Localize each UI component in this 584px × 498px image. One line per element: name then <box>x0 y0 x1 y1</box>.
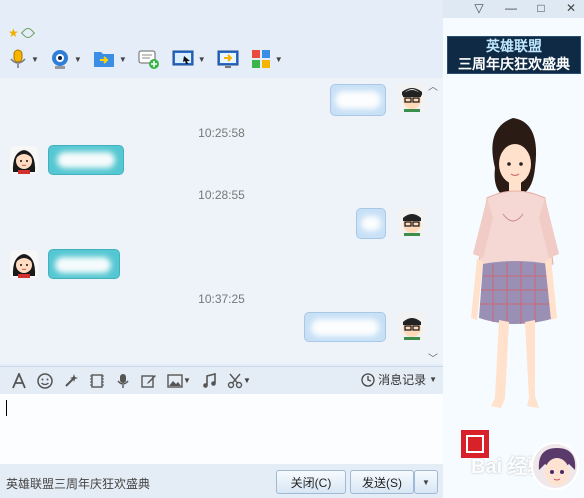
minimize-button[interactable]: — <box>500 0 522 16</box>
video-clip-icon[interactable] <box>88 372 106 390</box>
chevron-down-icon: ▼ <box>274 54 283 64</box>
ad-link[interactable]: 英雄联盟三周年庆狂欢盛典 <box>6 475 150 492</box>
music-icon[interactable] <box>200 372 218 390</box>
message-bubble-sent[interactable] <box>330 84 386 116</box>
font-icon[interactable] <box>10 372 28 390</box>
message-history-label: 消息记录 <box>378 373 427 387</box>
skin-button[interactable]: ▽ <box>468 0 490 16</box>
friend-avatar[interactable] <box>10 250 38 278</box>
screenshot-icon[interactable]: ▼ <box>226 372 252 390</box>
chevron-down-icon: ▼ <box>31 54 39 64</box>
avatar-show-figure <box>461 118 559 458</box>
folder-transfer-icon <box>93 52 114 67</box>
apps-button[interactable]: ▼ <box>248 45 285 73</box>
redacted-text <box>55 257 111 273</box>
image-icon[interactable]: ▼ <box>166 372 192 390</box>
input-toolbar: ▼ ▼ 消息记录 ▼ <box>0 366 443 394</box>
bottom-bar: 英雄联盟三周年庆狂欢盛典 关闭(C) 发送(S) ▼ <box>0 464 443 498</box>
text-cursor <box>6 400 7 416</box>
my-avatar[interactable] <box>398 208 426 236</box>
chat-pane: ★ ▼ ▼ ▼ ▼ ▼ ︿ 10:25:58 10:28:55 10:37:25… <box>0 0 443 498</box>
redacted-text <box>361 216 381 231</box>
webcam-icon <box>51 50 68 69</box>
microphone-icon <box>10 49 26 68</box>
leaf-icon <box>20 25 35 41</box>
send-options-button[interactable]: ▼ <box>414 470 438 494</box>
edit-icon[interactable] <box>140 372 158 390</box>
screen-share-button[interactable] <box>214 45 242 73</box>
chevron-down-icon: ▼ <box>429 375 437 384</box>
redacted-text <box>57 152 115 168</box>
remote-assist-button[interactable]: ▼ <box>169 45 208 73</box>
my-avatar[interactable] <box>398 312 426 340</box>
close-window-button[interactable]: ✕ <box>560 0 582 16</box>
timestamp: 10:28:55 <box>198 188 245 202</box>
emoji-icon[interactable] <box>36 372 54 390</box>
chevron-down-icon: ▼ <box>118 54 127 64</box>
create-discussion-button[interactable] <box>135 45 163 73</box>
message-history-button[interactable]: 消息记录 ▼ <box>361 371 437 388</box>
app-grid-icon <box>251 50 270 68</box>
maximize-button[interactable]: □ <box>530 0 552 16</box>
collapse-up-icon[interactable]: ︿ <box>426 78 440 93</box>
close-button[interactable]: 关闭(C) <box>276 470 346 494</box>
send-button[interactable]: 发送(S) <box>350 470 414 494</box>
message-list[interactable]: ︿ 10:25:58 10:28:55 10:37:25 ﹀ <box>0 78 443 364</box>
chevron-down-icon: ▼ <box>183 376 191 385</box>
message-bubble-received[interactable] <box>48 145 124 175</box>
main-toolbar: ▼ ▼ ▼ ▼ ▼ <box>6 44 285 74</box>
voice-message-icon[interactable] <box>114 372 132 390</box>
message-bubble-received[interactable] <box>48 249 120 279</box>
star-icon: ★ <box>8 26 19 40</box>
chevron-down-icon: ▼ <box>243 376 251 385</box>
chevron-down-icon: ▼ <box>73 54 82 64</box>
profile-avatar[interactable] <box>531 442 579 490</box>
cartoon-boy-avatar-icon <box>398 208 426 236</box>
side-ad-panel[interactable]: 英雄联盟 三周年庆狂欢盛典 Bai 经验 <box>443 18 584 498</box>
cartoon-girl-avatar-icon <box>10 250 38 278</box>
send-file-button[interactable]: ▼ <box>90 45 129 73</box>
video-call-button[interactable]: ▼ <box>47 45 84 73</box>
message-input[interactable] <box>0 394 443 464</box>
collapse-down-icon[interactable]: ﹀ <box>426 350 440 364</box>
redacted-text <box>335 91 381 109</box>
chevron-down-icon: ▼ <box>197 54 206 64</box>
cartoon-boy-avatar-icon <box>398 84 426 112</box>
status-row: ★ <box>8 25 35 41</box>
my-avatar[interactable] <box>398 84 426 112</box>
monitor-share-icon <box>217 50 239 68</box>
cartoon-boy-avatar-icon <box>398 312 426 340</box>
message-bubble-sent[interactable] <box>304 312 386 342</box>
voice-call-button[interactable]: ▼ <box>6 45 41 73</box>
clock-icon <box>361 372 375 387</box>
timestamp: 10:25:58 <box>198 126 245 140</box>
screen-pointer-icon <box>172 50 194 66</box>
message-bubble-sent[interactable] <box>356 208 386 239</box>
redacted-text <box>311 319 379 336</box>
cartoon-girl-avatar-icon <box>10 146 38 174</box>
timestamp: 10:37:25 <box>198 292 245 306</box>
magic-wand-icon[interactable] <box>62 372 80 390</box>
chat-add-icon <box>138 50 159 69</box>
chevron-down-icon: ▼ <box>422 477 430 487</box>
friend-avatar[interactable] <box>10 146 38 174</box>
